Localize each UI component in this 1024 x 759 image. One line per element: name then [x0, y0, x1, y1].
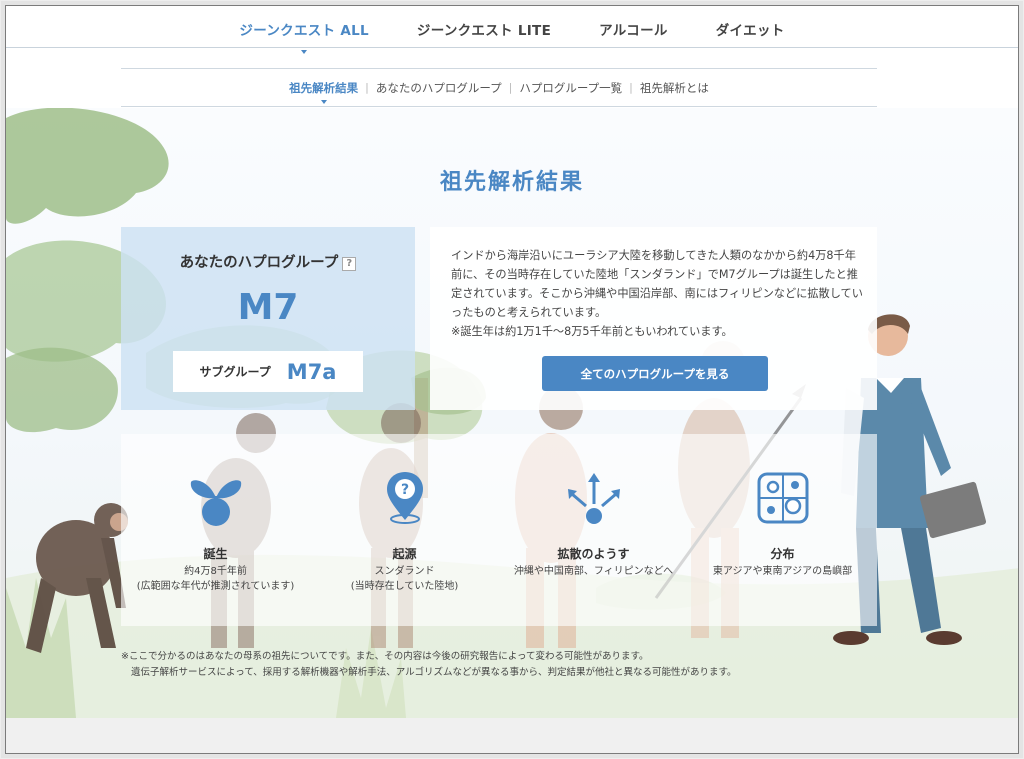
- page-title: 祖先解析結果: [439, 170, 584, 195]
- map-grid-icon: [757, 472, 808, 524]
- info-sub-spread: 沖縄や中国南部、フィリピンなどへ: [499, 564, 688, 579]
- info-item-distribution: 分布 東アジアや東南アジアの島嶼部: [688, 434, 877, 626]
- info-line-origin-1: スンダランド: [374, 566, 435, 577]
- footnote-line-1: ※ここで分かるのはあなたの母系の祖先についてです。また、その内容は今後の研究報告…: [121, 651, 649, 662]
- footer-band: [6, 718, 1018, 753]
- subgroup-label: サブグループ: [199, 365, 271, 379]
- subnav-separator: |: [508, 81, 513, 94]
- top-nav: ジーンクエスト ALL ジーンクエスト LITE アルコール ダイエット: [6, 6, 1018, 54]
- ancestry-hero: 祖先解析結果 あなたのハプログループ? M7 サブグループ M7a インドから海…: [6, 108, 1018, 718]
- tab-diet[interactable]: ダイエット: [716, 19, 785, 47]
- info-line-spread-1: 沖縄や中国南部、フィリピンなどへ: [513, 566, 674, 577]
- haplogroup-value: M7: [237, 287, 299, 328]
- info-sub-birth: 約4万8千年前 (広範囲な年代が推測されています): [121, 564, 310, 594]
- info-panel: 誕生 約4万8千年前 (広範囲な年代が推測されています) ? 起源 スンダランド…: [121, 434, 877, 626]
- info-title-distribution: 分布: [770, 547, 795, 561]
- info-sub-distribution: 東アジアや東南アジアの島嶼部: [688, 564, 877, 579]
- footnote: ※ここで分かるのはあなたの母系の祖先についてです。また、その内容は今後の研究報告…: [121, 649, 881, 681]
- subgroup-value: M7a: [286, 359, 337, 384]
- info-item-birth: 誕生 約4万8千年前 (広範囲な年代が推測されています): [121, 434, 310, 626]
- description-body: インドから海岸沿いにユーラシア大陸を移動してきた人類のなかから約4万8千年前に、…: [451, 249, 863, 319]
- info-title-origin: 起源: [392, 547, 417, 561]
- subnav-your-haplogroup[interactable]: あなたのハプログループ: [376, 80, 502, 96]
- subnav-separator: |: [629, 81, 633, 94]
- info-line-distribution-1: 東アジアや東南アジアの島嶼部: [712, 566, 853, 577]
- info-item-origin: ? 起源 スンダランド (当時存在していた陸地): [310, 434, 499, 626]
- browser-frame: ジーンクエスト ALL ジーンクエスト LITE アルコール ダイエット 祖先解…: [5, 5, 1019, 754]
- subnav-separator: |: [365, 81, 369, 94]
- haplogroup-label: あなたのハプログループ?: [121, 251, 415, 272]
- view-all-haplogroups-button[interactable]: 全てのハプログループを見る: [542, 356, 768, 391]
- footnote-line-2: 遺伝子解析サービスによって、採用する解析機器や解析手法、アルゴリズムなどが異なる…: [131, 667, 737, 678]
- svg-text:?: ?: [400, 482, 408, 498]
- subnav-haplogroup-list[interactable]: ハプログループ一覧: [519, 80, 622, 96]
- subgroup-box: サブグループ M7a: [173, 351, 363, 392]
- location-pin-icon: ?: [386, 472, 423, 524]
- tab-genequest-all[interactable]: ジーンクエスト ALL: [239, 19, 369, 54]
- spread-arrows-icon: [567, 473, 620, 524]
- tab-alcohol[interactable]: アルコール: [599, 19, 668, 47]
- description-note: ※誕生年は約1万1千〜8万5千年前ともいわれています。: [451, 325, 733, 338]
- info-line-origin-2: (当時存在していた陸地): [350, 581, 459, 592]
- description-text: インドから海岸沿いにユーラシア大陸を移動してきた人類のなかから約4万8千年前に、…: [451, 246, 863, 341]
- tree-foliage: [6, 347, 118, 433]
- info-title-birth: 誕生: [203, 547, 228, 561]
- haplogroup-panel: あなたのハプログループ? M7 サブグループ M7a: [121, 227, 415, 410]
- tab-genequest-lite[interactable]: ジーンクエスト LITE: [417, 19, 551, 47]
- description-panel: インドから海岸沿いにユーラシア大陸を移動してきた人類のなかから約4万8千年前に、…: [430, 227, 877, 410]
- haplogroup-label-text: あなたのハプログループ: [179, 255, 339, 271]
- info-title-spread: 拡散のようす: [557, 547, 630, 561]
- info-sub-origin: スンダランド (当時存在していた陸地): [310, 564, 499, 594]
- info-line-birth-1: 約4万8千年前: [184, 566, 247, 577]
- info-line-birth-2: (広範囲な年代が推測されています): [136, 581, 295, 592]
- help-icon[interactable]: ?: [342, 257, 357, 271]
- subnav-about-ancestry[interactable]: 祖先解析とは: [640, 80, 709, 96]
- info-item-spread: 拡散のようす 沖縄や中国南部、フィリピンなどへ: [499, 434, 688, 626]
- evolution-illustration: [6, 108, 1018, 718]
- subnav-ancestry-result[interactable]: 祖先解析結果: [289, 80, 358, 104]
- sub-nav: 祖先解析結果 | あなたのハプログループ | ハプログループ一覧 | 祖先解析と…: [121, 68, 877, 107]
- sprout-icon: [190, 480, 241, 526]
